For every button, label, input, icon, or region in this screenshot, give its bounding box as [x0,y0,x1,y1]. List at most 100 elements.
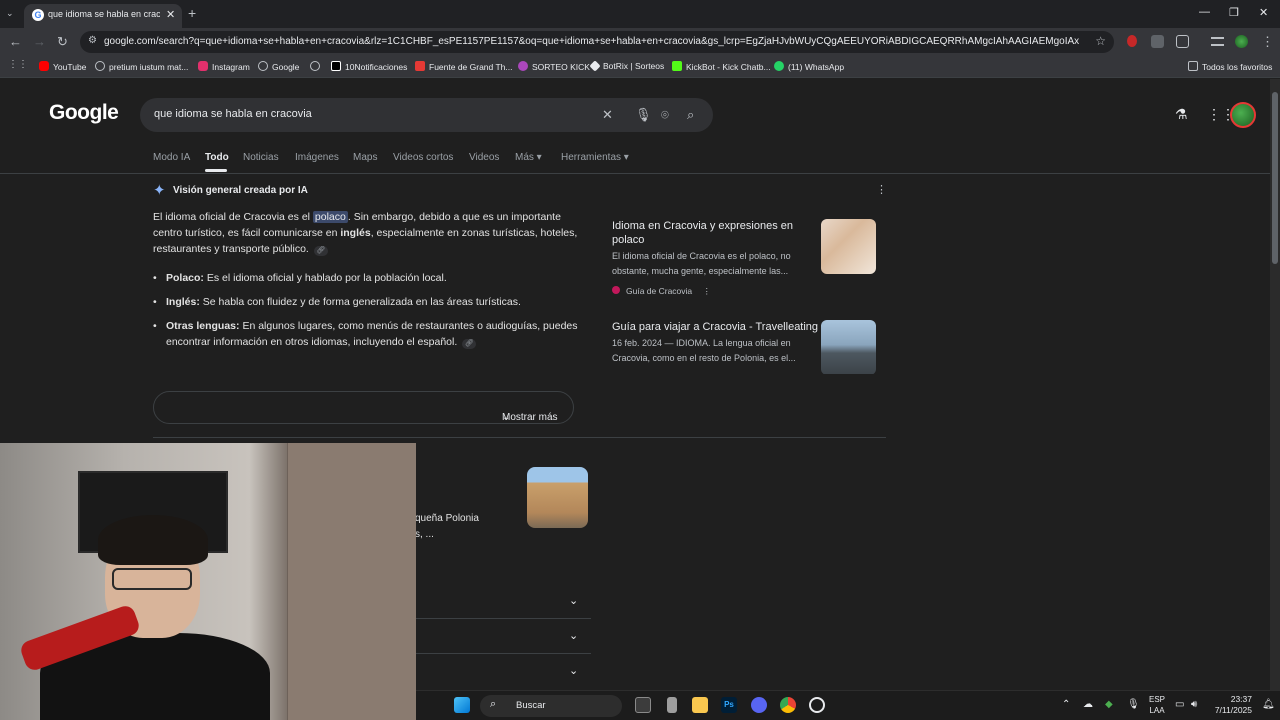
source-card[interactable]: Guía para viajar a Cracovia - Travelleat… [602,312,886,374]
tab-search-menu-icon[interactable]: ⌄ [6,8,14,19]
youtube-icon [39,61,49,71]
browser-tab[interactable]: G que idioma se habla en cracovia ✕ [24,4,182,28]
extension-gray-icon[interactable] [1151,35,1164,48]
search-icon[interactable]: ⌕ [687,107,694,123]
chevron-down-icon: ⌄ [502,412,511,423]
microphone-tray-icon[interactable]: 🎙︎ [1127,699,1140,710]
search-input[interactable]: que idioma se habla en cracovia [154,108,312,120]
tab-mas[interactable]: Más ▾ [515,152,542,163]
tab-todo[interactable]: Todo [205,152,229,163]
bookmark-instagram[interactable]: Instagram [198,61,250,72]
google-logo[interactable]: Google [49,101,119,125]
file-explorer-icon[interactable] [692,697,708,713]
media-controls-icon[interactable] [1211,37,1224,46]
bookmark-youtube[interactable]: YouTube [39,61,86,72]
bookmark-google[interactable]: Google [258,61,299,72]
onedrive-icon[interactable]: ☁ [1083,699,1093,710]
app-icon[interactable] [809,697,825,713]
tab-modo-ia[interactable]: Modo IA [153,152,190,163]
webcam-person-glasses [112,568,192,590]
bookmark-sorteo-kick[interactable]: SORTEO KICK [518,61,590,72]
volume-icon[interactable]: 🔊︎ [1191,699,1197,710]
extension-red-icon[interactable] [1127,35,1137,47]
tab-imagenes[interactable]: Imágenes [295,152,339,163]
source-card-snippet: El idioma oficial de Cracovia es el pola… [612,251,791,276]
network-icon[interactable]: ▭ [1175,699,1184,710]
windows-start-icon[interactable] [454,697,470,713]
more-options-icon[interactable]: ⋮ [703,286,712,296]
list-item: Polaco: Es el idioma oficial y hablado p… [153,270,583,286]
input-language[interactable]: ESP LAA [1149,694,1165,716]
reload-icon[interactable]: ↻ [57,34,68,50]
account-avatar[interactable] [1230,102,1256,128]
ai-text: El idioma oficial de Cracovia es el [153,211,313,223]
ai-overview-title: Visión general creada por IA [173,185,308,196]
lens-icon[interactable]: ⌾ [661,107,669,123]
back-icon[interactable]: ← [9,34,22,49]
clear-icon[interactable]: ✕ [602,107,613,123]
clock[interactable]: 23:37 7/11/2025 [1214,694,1252,716]
chevron-down-icon[interactable]: ⌄ [569,664,578,677]
tab-title: que idioma se habla en cracovia [48,9,160,19]
more-options-icon[interactable]: ⋮ [876,183,887,196]
tab-noticias[interactable]: Noticias [243,152,279,163]
source-card-title[interactable]: Idioma en Cracovia y expresiones en pola… [612,219,812,247]
globe-icon [95,61,105,71]
accordion-divider [415,618,591,619]
bookmark-pretium[interactable]: pretium iustum mat... [95,61,188,72]
tab-videos-cortos[interactable]: Videos cortos [393,152,453,163]
app-icon[interactable] [667,697,677,713]
source-card-site[interactable]: Guía de Cracovia ⋮ [612,286,711,297]
search-icon: ⌕ [490,698,497,710]
task-view-icon[interactable] [635,697,651,713]
tray-app-icon[interactable]: ◆ [1105,699,1113,710]
chrome-icon[interactable] [780,697,796,713]
all-favorites-folder[interactable]: Todos los favoritos [1188,61,1272,72]
ai-overview-list: Polaco: Es el idioma oficial y hablado p… [153,270,583,358]
result-thumbnail[interactable] [527,467,588,528]
search-box[interactable]: que idioma se habla en cracovia ✕ 🎙︎ ⌾ ⌕ [140,98,713,132]
tray-chevron-icon[interactable]: ⌃ [1062,699,1070,710]
bullet-term: Inglés: [166,296,200,308]
bookmark-botrix[interactable]: BotRix | Sorteos [589,60,665,72]
chrome-menu-icon[interactable]: ⋮ [1261,34,1274,50]
taskbar-search[interactable]: ⌕ Buscar [480,695,622,717]
bookmark-grand-theft[interactable]: Fuente de Grand Th... [415,61,512,72]
bookmark-unnamed[interactable] [310,61,324,72]
profile-avatar-icon[interactable] [1235,35,1248,48]
chevron-down-icon[interactable]: ⌄ [569,629,578,642]
microphone-icon[interactable]: 🎙︎ [635,107,652,123]
bookmark-star-icon[interactable]: ☆ [1095,34,1106,48]
source-thumbnail[interactable] [821,320,876,374]
restore-icon[interactable]: ❐ [1229,6,1239,19]
link-icon[interactable]: 🔗︎ [313,246,328,256]
extensions-puzzle-icon[interactable] [1176,35,1189,48]
site-info-icon[interactable]: ⚙ [88,35,97,46]
minimize-icon[interactable]: — [1199,6,1210,18]
source-card[interactable]: Idioma en Cracovia y expresiones en pola… [602,210,886,302]
bookmarks-bar: ⋮⋮ YouTube pretium iustum mat... Instagr… [0,56,1280,78]
tab-videos[interactable]: Videos [469,152,499,163]
notifications-icon[interactable]: 🔔︎ [1262,699,1275,710]
bookmark-whatsapp[interactable]: (11) WhatsApp [774,61,844,72]
tab-maps[interactable]: Maps [353,152,377,163]
photoshop-icon[interactable]: Ps [721,697,737,713]
source-card-title[interactable]: Guía para viajar a Cracovia - Travelleat… [612,320,822,334]
close-icon[interactable]: ✕ [166,8,175,21]
link-icon[interactable]: 🔗︎ [462,339,477,349]
new-tab-icon[interactable]: + [188,5,196,21]
forward-icon[interactable]: → [33,34,46,49]
bookmark-10notificaciones[interactable]: 10Notificaciones [331,61,407,72]
page-scrollbar-thumb[interactable] [1272,92,1278,264]
bookmark-kickbot[interactable]: KickBot - Kick Chatb... [672,61,771,72]
chevron-down-icon[interactable]: ⌄ [569,594,578,607]
show-more-button[interactable]: Mostrar más ⌄ [153,391,574,424]
source-thumbnail[interactable] [821,219,876,274]
apps-grid-icon[interactable]: ⋮⋮ [8,59,28,70]
discord-icon[interactable] [751,697,767,713]
address-bar[interactable]: ⚙ google.com/search?q=que+idioma+se+habl… [80,31,1114,53]
tab-herramientas[interactable]: Herramientas ▾ [561,152,629,163]
window-close-icon[interactable]: ✕ [1259,6,1268,19]
labs-flask-icon[interactable]: ⚗ [1175,106,1188,123]
bookmark-label: BotRix | Sorteos [603,61,665,71]
